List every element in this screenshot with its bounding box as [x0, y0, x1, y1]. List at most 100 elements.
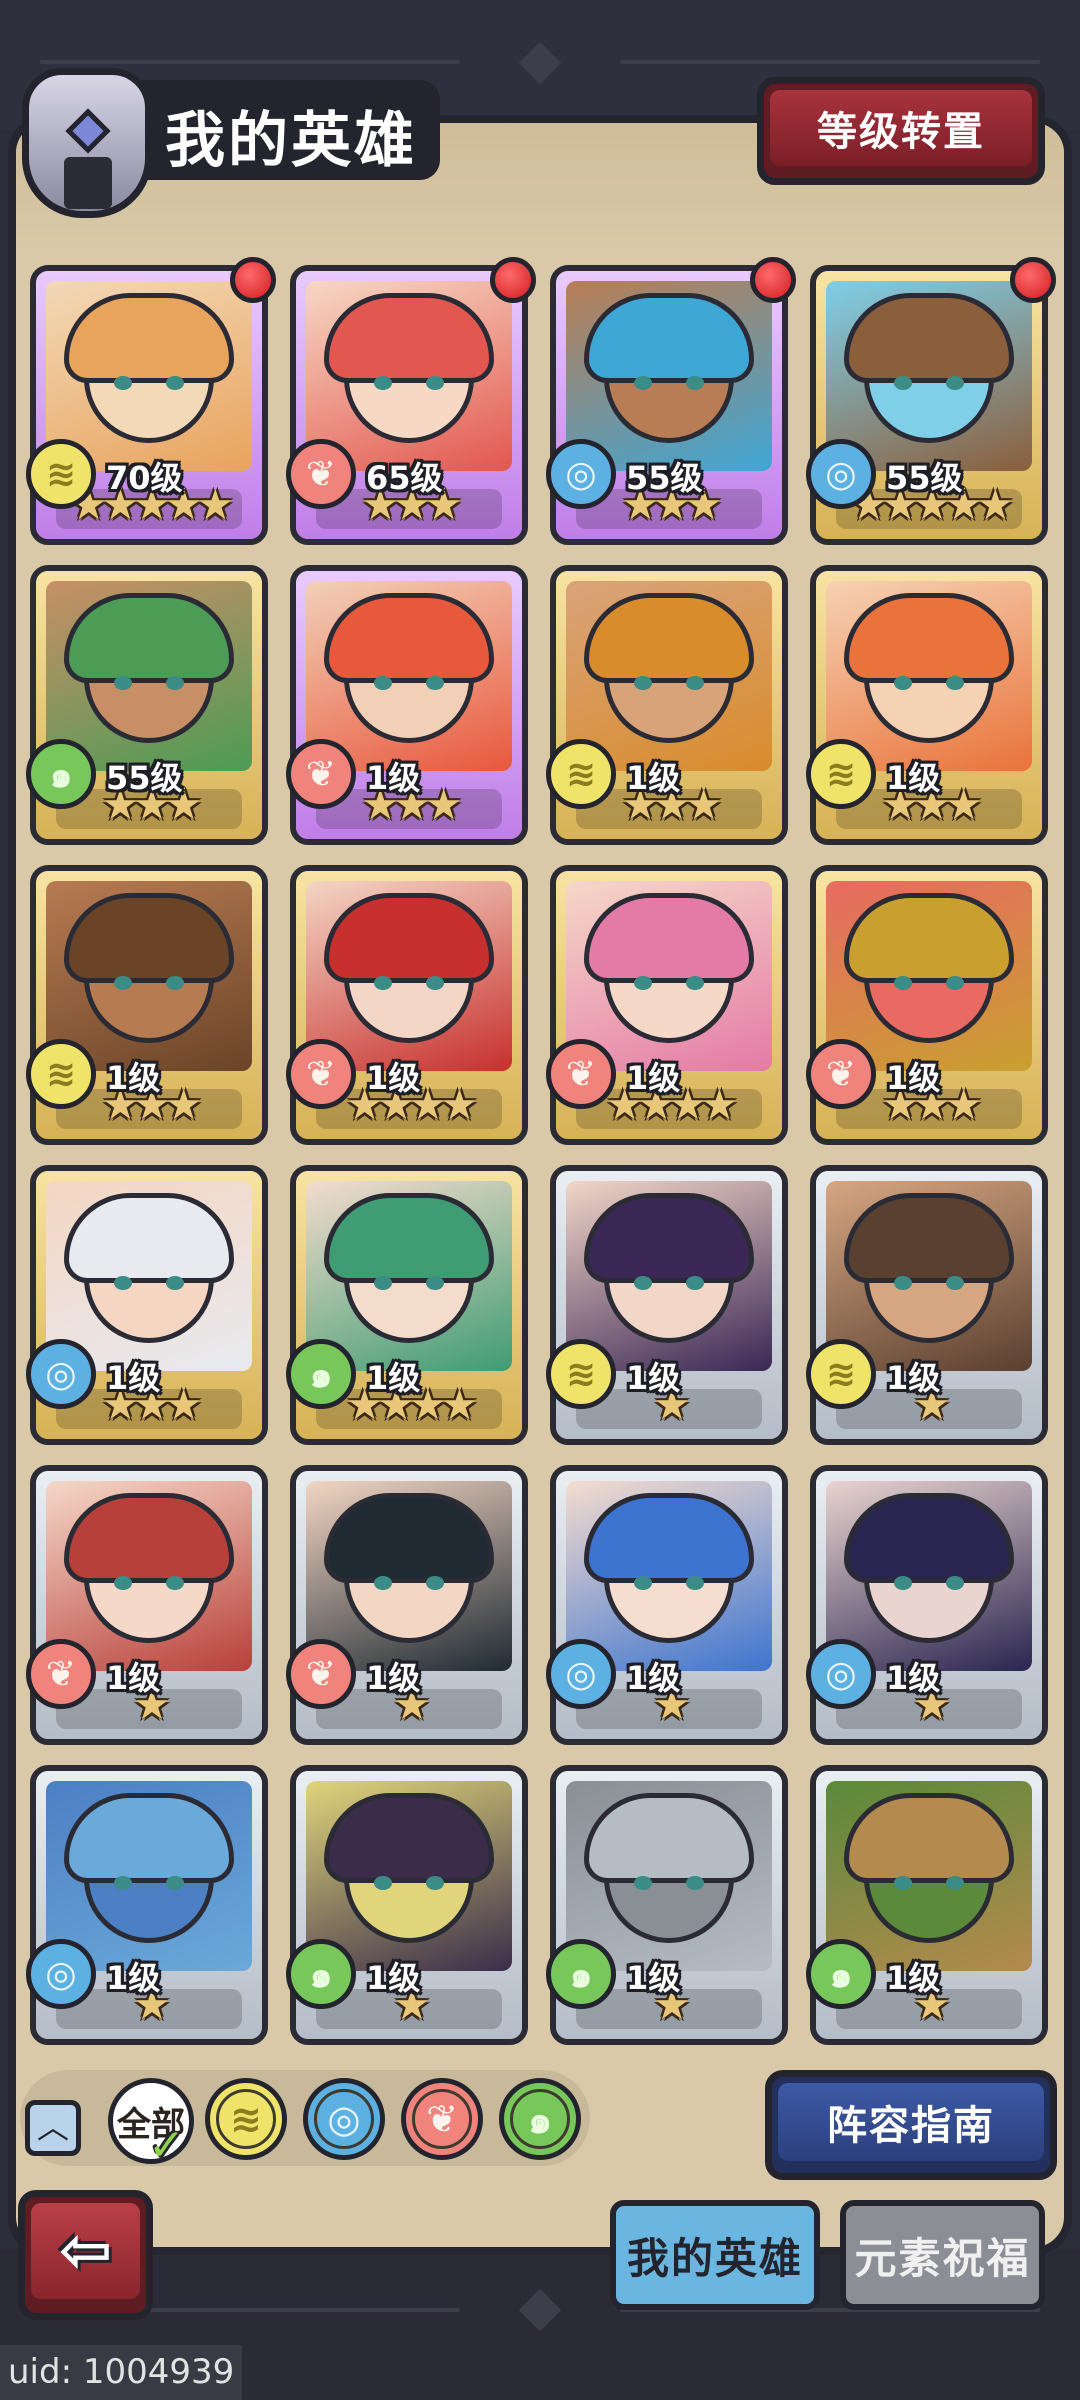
hero-hair — [324, 593, 494, 683]
level-reset-button[interactable]: 等级转置 — [757, 77, 1045, 185]
hero-card[interactable]: ★★★★ ❦ 1级 — [286, 865, 528, 1145]
filter-green-element-button[interactable]: ๑ — [499, 2078, 581, 2160]
chevron-up-icon: ︿ — [36, 2108, 69, 2146]
hero-level: 1级 — [366, 1359, 421, 1397]
hero-eyes — [634, 976, 704, 990]
hero-card[interactable]: ★ ◎ 1级 — [26, 1765, 268, 2045]
hero-eyes — [374, 976, 444, 990]
hero-card[interactable]: ★★★★★ ≋ 70级 — [26, 257, 276, 545]
hero-hair — [64, 1493, 234, 1583]
hero-level: 1级 — [366, 759, 421, 797]
hero-hair — [324, 293, 494, 383]
helmet-emblem-icon — [22, 68, 152, 218]
filter-ring — [216, 2089, 276, 2149]
page-title: 我的英雄 — [165, 106, 417, 176]
filter-ring — [314, 2089, 374, 2149]
hero-level: 1级 — [886, 1659, 941, 1697]
red-dot-notification-icon — [490, 257, 536, 303]
red-element-icon: ❦ — [546, 1039, 616, 1109]
hero-hair — [324, 1193, 494, 1283]
hero-card[interactable]: ★★★ ❦ 1级 — [286, 565, 528, 845]
blue-element-icon: ◎ — [806, 1639, 876, 1709]
hero-level: 1级 — [106, 1959, 161, 1997]
hero-eyes — [374, 376, 444, 390]
hero-eyes — [114, 1276, 184, 1290]
hero-card[interactable]: ★ ❦ 1级 — [286, 1465, 528, 1745]
hero-card[interactable]: ★★★★ ๑ 1级 — [286, 1165, 528, 1445]
hero-hair — [584, 593, 754, 683]
hero-eyes — [114, 1576, 184, 1590]
tab-my-heroes[interactable]: 我的英雄 — [610, 2200, 820, 2310]
hero-hair — [324, 893, 494, 983]
yellow-element-icon: ≋ — [26, 1039, 96, 1109]
red-dot-notification-icon — [1010, 257, 1056, 303]
hero-card[interactable]: ★★★ ≋ 1级 — [26, 865, 268, 1145]
hero-eyes — [374, 1276, 444, 1290]
hero-eyes — [894, 1276, 964, 1290]
tab-element-blessing[interactable]: 元素祝福 — [840, 2200, 1045, 2310]
hero-eyes — [374, 1876, 444, 1890]
green-element-icon: ๑ — [286, 1939, 356, 2009]
red-element-icon: ❦ — [286, 1039, 356, 1109]
blue-element-icon: ◎ — [546, 1639, 616, 1709]
hero-card[interactable]: ★★★★★ ◎ 55级 — [806, 257, 1056, 545]
hero-level: 1级 — [106, 1359, 161, 1397]
hero-level: 1级 — [886, 759, 941, 797]
filter-ring — [412, 2089, 472, 2149]
hero-level: 65级 — [366, 459, 443, 497]
hero-level: 1级 — [626, 1359, 681, 1397]
hero-card[interactable]: ★★★★ ❦ 1级 — [546, 865, 788, 1145]
lineup-guide-button[interactable]: 阵容指南 — [765, 2070, 1057, 2180]
hero-card[interactable]: ★★★ ๑ 55级 — [26, 565, 268, 845]
hero-level: 1级 — [886, 1959, 941, 1997]
hero-card[interactable]: ★★★ ◎ 1级 — [26, 1165, 268, 1445]
red-element-icon: ❦ — [286, 439, 356, 509]
level-reset-label: 等级转置 — [770, 90, 1032, 166]
yellow-element-icon: ≋ — [546, 739, 616, 809]
hero-eyes — [114, 376, 184, 390]
red-element-icon: ❦ — [806, 1039, 876, 1109]
hero-level: 1级 — [886, 1359, 941, 1397]
red-element-icon: ❦ — [286, 739, 356, 809]
filter-blue-element-button[interactable]: ◎ — [303, 2078, 385, 2160]
hero-eyes — [634, 1576, 704, 1590]
hero-card[interactable]: ★ ≋ 1级 — [806, 1165, 1048, 1445]
red-element-icon: ❦ — [26, 1639, 96, 1709]
hero-level: 1级 — [106, 1059, 161, 1097]
hero-card[interactable]: ★ ◎ 1级 — [806, 1465, 1048, 1745]
hero-level: 1级 — [366, 1659, 421, 1697]
hero-hair — [324, 1493, 494, 1583]
hero-card[interactable]: ★ ๑ 1级 — [286, 1765, 528, 2045]
hero-card[interactable]: ★★★ ≋ 1级 — [806, 565, 1048, 845]
deco-star-icon — [518, 41, 562, 85]
hero-level: 55级 — [626, 459, 703, 497]
hero-card[interactable]: ★★★ ≋ 1级 — [546, 565, 788, 845]
hero-card[interactable]: ★ ๑ 1级 — [546, 1765, 788, 2045]
hero-hair — [324, 1793, 494, 1883]
hero-hair — [844, 1793, 1014, 1883]
hero-level: 1级 — [626, 1959, 681, 1997]
hero-card[interactable]: ★ ◎ 1级 — [546, 1465, 788, 1745]
green-element-icon: ๑ — [806, 1939, 876, 2009]
hero-card[interactable]: ★ ❦ 1级 — [26, 1465, 268, 1745]
hero-card[interactable]: ★ ๑ 1级 — [806, 1765, 1048, 2045]
red-dot-notification-icon — [750, 257, 796, 303]
hero-card[interactable]: ★ ≋ 1级 — [546, 1165, 788, 1445]
hero-eyes — [634, 676, 704, 690]
hero-eyes — [634, 376, 704, 390]
hero-eyes — [894, 1876, 964, 1890]
hero-card[interactable]: ★★★ ❦ 1级 — [806, 865, 1048, 1145]
hero-level: 70级 — [106, 459, 183, 497]
filter-red-element-button[interactable]: ❦ — [401, 2078, 483, 2160]
uid-label: uid: 1004939 — [0, 2345, 243, 2400]
hero-eyes — [634, 1276, 704, 1290]
red-element-icon: ❦ — [286, 1639, 356, 1709]
hero-eyes — [114, 976, 184, 990]
collapse-up-button[interactable]: ︿ — [25, 2100, 81, 2156]
hero-card[interactable]: ★★★ ❦ 65级 — [286, 257, 536, 545]
hero-hair — [64, 1793, 234, 1883]
back-button[interactable]: ⇦ — [18, 2190, 153, 2320]
filter-yellow-element-button[interactable]: ≋ — [205, 2078, 287, 2160]
hero-level: 1级 — [626, 759, 681, 797]
hero-card[interactable]: ★★★ ◎ 55级 — [546, 257, 796, 545]
